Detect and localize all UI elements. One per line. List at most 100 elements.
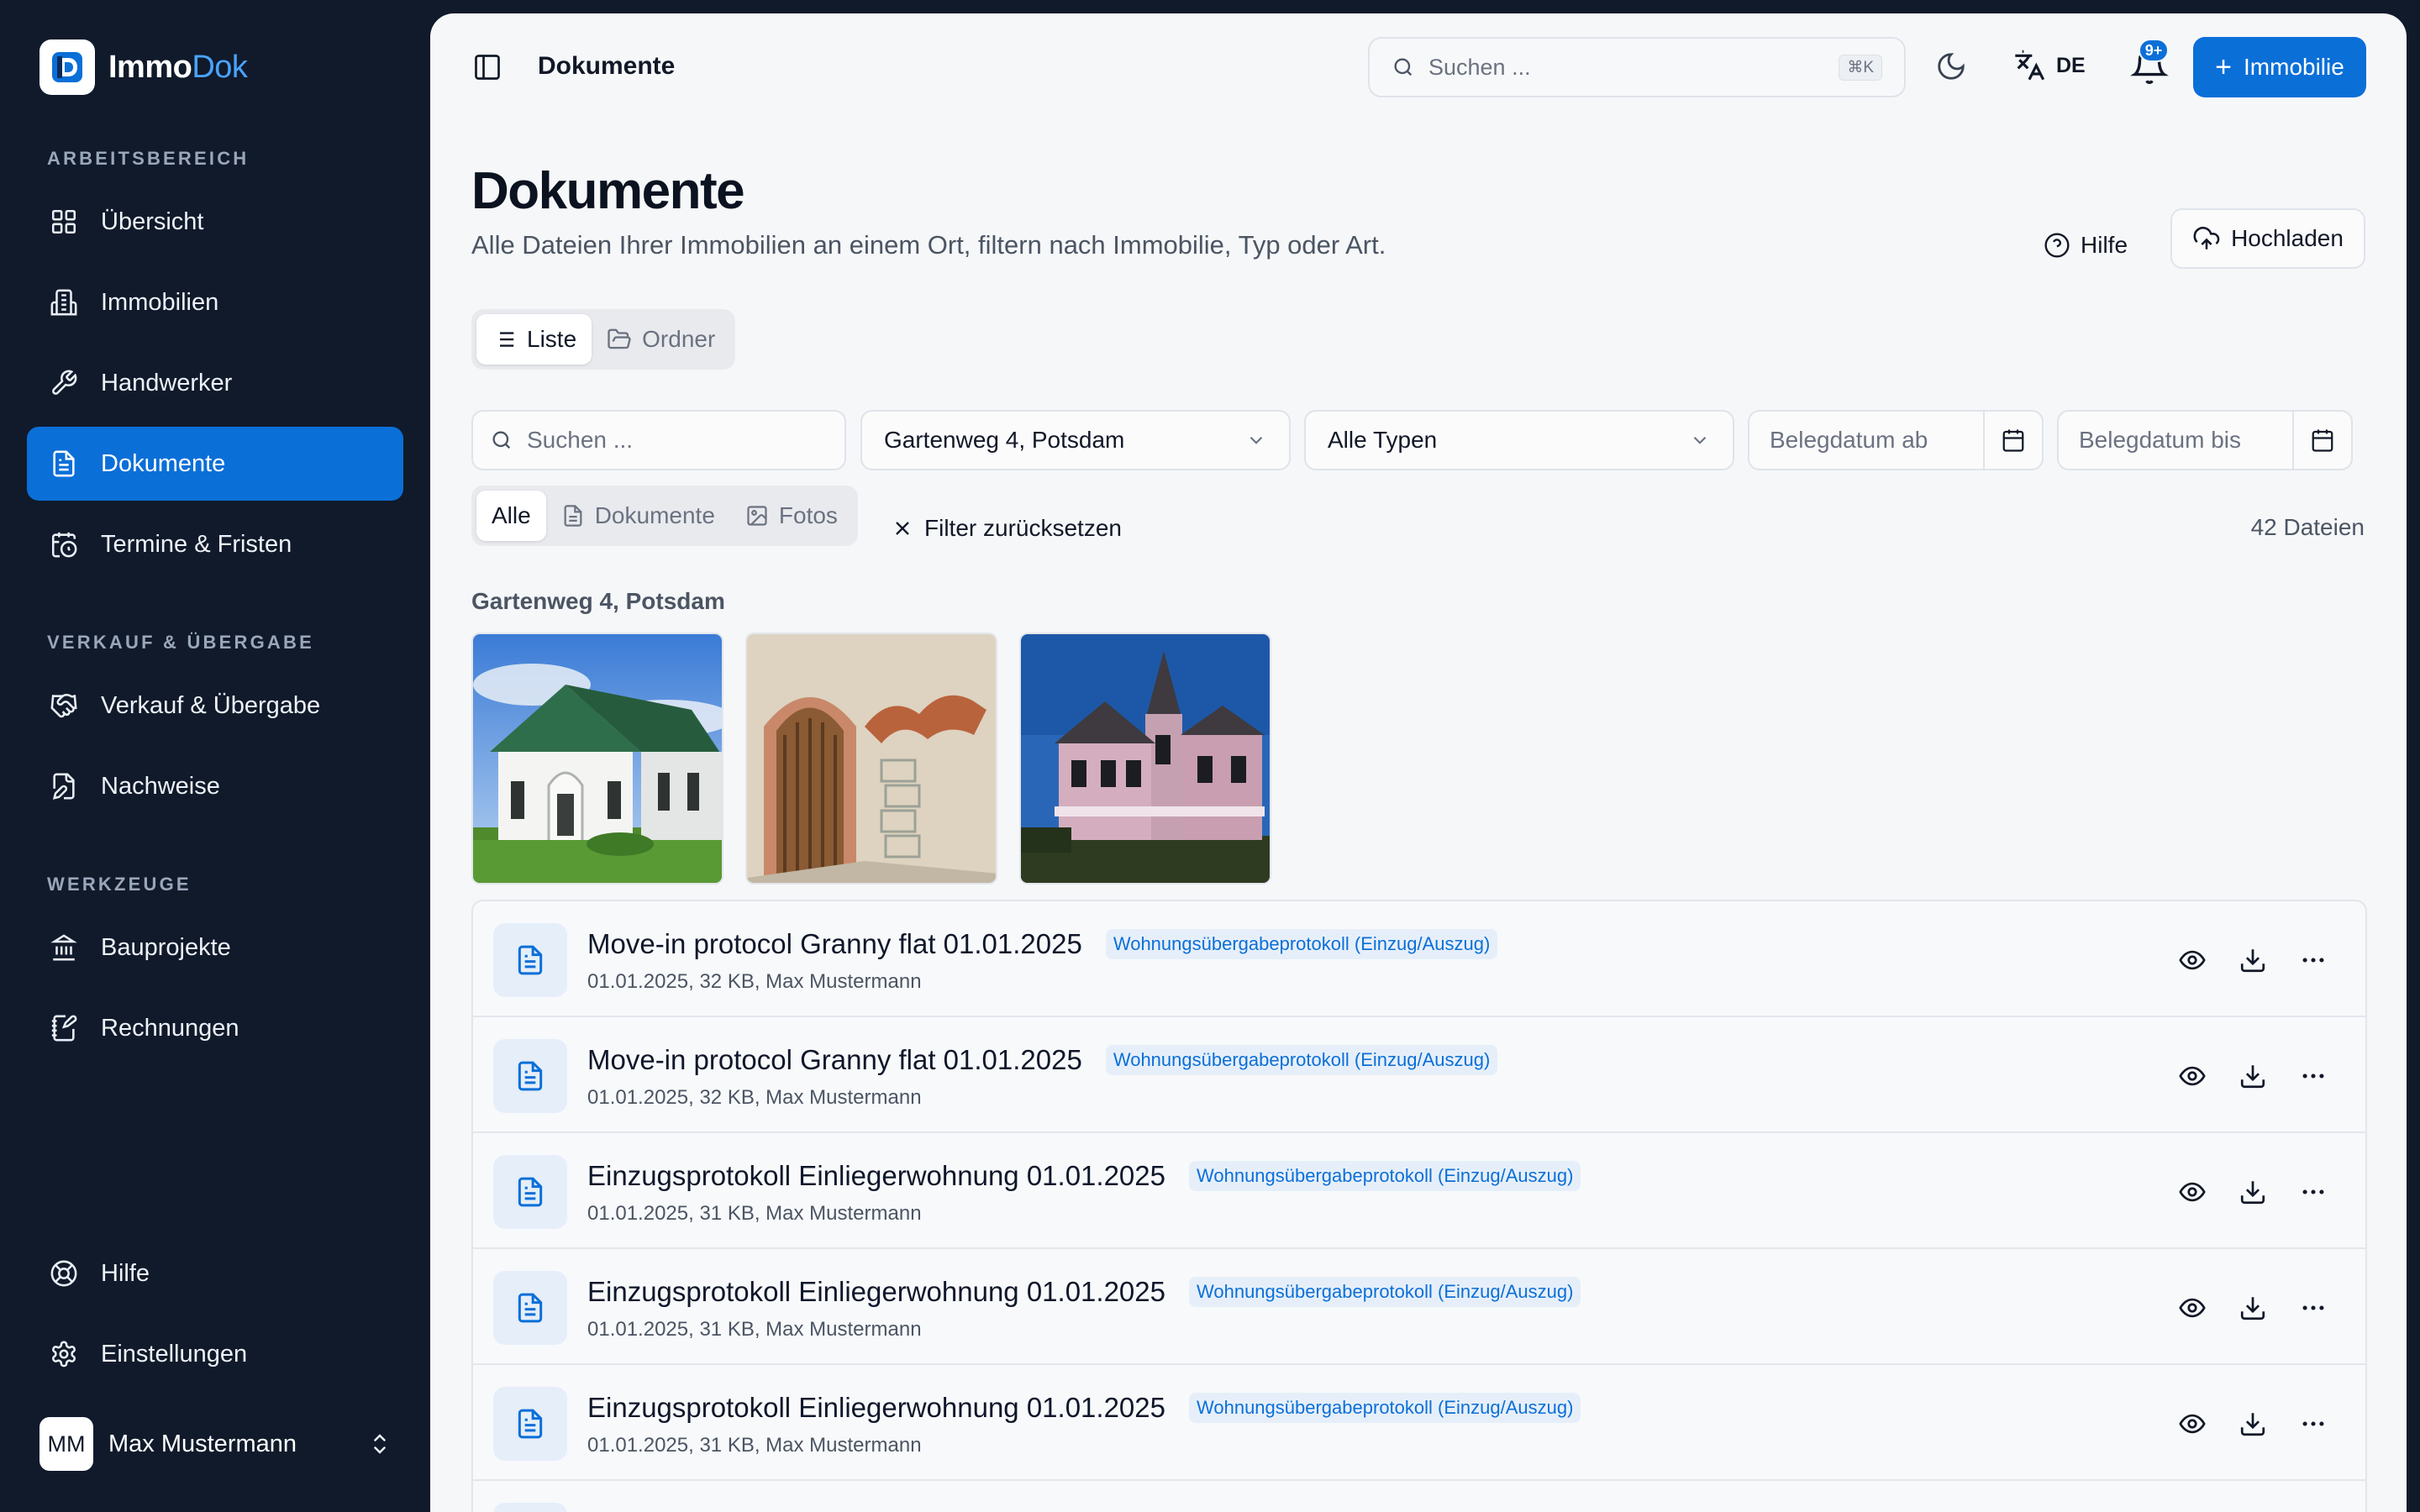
sidebar-item-invoices[interactable]: Rechnungen xyxy=(27,991,403,1065)
arched-door-photo[interactable] xyxy=(745,633,997,885)
download-icon[interactable] xyxy=(2234,942,2271,979)
tab-photos-label: Fotos xyxy=(778,502,838,528)
moon-icon[interactable] xyxy=(1935,50,1969,84)
kind-toggle: Alle Dokumente Fotos xyxy=(471,486,858,546)
tab-photos[interactable]: Fotos xyxy=(730,491,853,541)
sidebar-item-craftsmen[interactable]: Handwerker xyxy=(27,346,403,420)
image-icon xyxy=(745,504,769,528)
sidebar-toggle-icon[interactable] xyxy=(472,52,502,82)
sidebar-item-label: Hilfe xyxy=(101,1259,150,1287)
document-type-tag: Wohnungsübergabeprotokoll (Einzug/Auszug… xyxy=(1189,1161,1581,1191)
sidebar-item-label: Handwerker xyxy=(101,369,233,396)
sidebar-item-properties[interactable]: Immobilien xyxy=(27,265,403,339)
document-title-text: Move-in protocol Granny flat 01.01.2025 xyxy=(587,1044,1082,1075)
eye-icon[interactable] xyxy=(2174,1058,2211,1095)
tab-all-label: Alle xyxy=(492,502,531,528)
more-horizontal-icon[interactable] xyxy=(2295,942,2332,979)
help-button[interactable]: Hilfe xyxy=(2044,215,2128,276)
document-type-tag: Wohnungsübergabeprotokoll (Einzug/Auszug… xyxy=(1189,1393,1581,1423)
list-item[interactable]: Einzugsprotokoll Einliegerwohnung 01.01.… xyxy=(473,1365,2365,1481)
document-icon xyxy=(47,447,81,480)
calendar-icon[interactable] xyxy=(1983,412,2042,469)
sidebar-item-label: Übersicht xyxy=(101,207,204,235)
sidebar-item-appointments[interactable]: Termine & Fristen xyxy=(27,507,403,581)
property-select-value: Gartenweg 4, Potsdam xyxy=(884,427,1125,453)
list-item[interactable]: Einzugsprotokoll Einliegerwohnung 01.01.… xyxy=(473,1249,2365,1365)
list-item-partial[interactable] xyxy=(473,1481,2365,1512)
sidebar-item-construction[interactable]: Bauprojekte xyxy=(27,911,403,984)
close-icon xyxy=(891,517,914,540)
tab-list[interactable]: Liste xyxy=(476,314,592,365)
date-to-placeholder: Belegdatum bis xyxy=(2079,427,2242,453)
sidebar-item-overview[interactable]: Übersicht xyxy=(27,185,403,259)
tab-documents[interactable]: Dokumente xyxy=(546,491,730,541)
eye-icon[interactable] xyxy=(2174,942,2211,979)
eye-icon[interactable] xyxy=(2174,1405,2211,1442)
add-property-button[interactable]: + Immobilie xyxy=(2193,37,2366,97)
date-to-input[interactable]: Belegdatum bis xyxy=(2057,410,2353,470)
language-switcher[interactable]: DE xyxy=(2012,49,2086,82)
white-church-photo[interactable] xyxy=(471,633,723,885)
app-name: ImmoDok xyxy=(108,49,248,85)
user-menu[interactable]: MM Max Mustermann xyxy=(39,1416,392,1472)
topbar: Dokumente Suchen ... ⌘K DE 9+ + Immobili… xyxy=(430,13,2407,121)
document-meta: 01.01.2025, 31 KB, Max Mustermann xyxy=(587,1434,922,1457)
calendar-clock-icon xyxy=(47,528,81,561)
app-logo[interactable]: ImmoDok xyxy=(39,39,248,95)
receipt-icon xyxy=(47,1011,81,1045)
plus-icon: + xyxy=(2215,51,2233,83)
tab-all[interactable]: Alle xyxy=(476,491,546,541)
bank-icon xyxy=(47,931,81,964)
download-icon[interactable] xyxy=(2234,1173,2271,1210)
upload-button[interactable]: Hochladen xyxy=(2170,208,2365,269)
sidebar-item-label: Nachweise xyxy=(101,772,220,800)
sidebar-item-documents[interactable]: Dokumente xyxy=(27,427,403,501)
property-select[interactable]: Gartenweg 4, Potsdam xyxy=(860,410,1291,470)
document-title-text: Move-in protocol Granny flat 01.01.2025 xyxy=(587,928,1082,959)
more-horizontal-icon[interactable] xyxy=(2295,1289,2332,1326)
download-icon[interactable] xyxy=(2234,1289,2271,1326)
search-icon xyxy=(490,428,513,452)
download-icon[interactable] xyxy=(2234,1405,2271,1442)
sidebar-item-settings[interactable]: Einstellungen xyxy=(27,1317,403,1391)
sidebar-item-sale-handover[interactable]: Verkauf & Übergabe xyxy=(27,669,403,743)
dashboard-icon xyxy=(47,205,81,239)
reset-filters-button[interactable]: Filter zurücksetzen xyxy=(891,501,1122,556)
main-content: Dokumente Suchen ... ⌘K DE 9+ + Immobili… xyxy=(430,13,2407,1512)
section-label-tools: WERKZEUGE xyxy=(47,874,192,895)
translate-icon xyxy=(2012,49,2046,82)
type-select[interactable]: Alle Typen xyxy=(1304,410,1734,470)
download-icon[interactable] xyxy=(2234,1058,2271,1095)
more-horizontal-icon[interactable] xyxy=(2295,1173,2332,1210)
breadcrumb: Dokumente xyxy=(538,52,676,80)
section-label-workspace: ARBEITSBEREICH xyxy=(47,148,250,169)
more-horizontal-icon[interactable] xyxy=(2295,1405,2332,1442)
date-from-input[interactable]: Belegdatum ab xyxy=(1748,410,2044,470)
file-search-input[interactable]: Suchen ... xyxy=(471,410,846,470)
notification-badge: 9+ xyxy=(2139,39,2169,62)
sidebar-item-label: Verkauf & Übergabe xyxy=(101,691,321,719)
file-text-icon xyxy=(493,1503,567,1512)
sidebar-item-proofs[interactable]: Nachweise xyxy=(27,749,403,823)
list-item[interactable]: Move-in protocol Granny flat 01.01.2025 W… xyxy=(473,901,2365,1017)
eye-icon[interactable] xyxy=(2174,1173,2211,1210)
chevrons-up-down-icon xyxy=(367,1431,392,1457)
document-type-tag: Wohnungsübergabeprotokoll (Einzug/Auszug… xyxy=(1189,1277,1581,1307)
shortcut-hint: ⌘K xyxy=(1839,54,1882,81)
victorian-house-photo[interactable] xyxy=(1019,633,1271,885)
calendar-icon[interactable] xyxy=(2292,412,2351,469)
list-item[interactable]: Einzugsprotokoll Einliegerwohnung 01.01.… xyxy=(473,1133,2365,1249)
document-list: Move-in protocol Granny flat 01.01.2025 W… xyxy=(471,900,2367,1512)
document-type-tag: Wohnungsübergabeprotokoll (Einzug/Auszug… xyxy=(1105,1045,1498,1075)
global-search-input[interactable]: Suchen ... ⌘K xyxy=(1368,37,1906,97)
eye-icon[interactable] xyxy=(2174,1289,2211,1326)
sidebar-item-label: Immobilien xyxy=(101,288,219,316)
more-horizontal-icon[interactable] xyxy=(2295,1058,2332,1095)
sidebar-item-help[interactable]: Hilfe xyxy=(27,1236,403,1310)
list-item[interactable]: Move-in protocol Granny flat 01.01.2025 W… xyxy=(473,1017,2365,1133)
cloud-upload-icon xyxy=(2192,224,2221,253)
tab-folder[interactable]: Ordner xyxy=(592,314,730,365)
sidebar-item-label: Termine & Fristen xyxy=(101,530,292,558)
wrench-icon xyxy=(47,366,81,400)
sidebar-item-label: Rechnungen xyxy=(101,1014,239,1042)
